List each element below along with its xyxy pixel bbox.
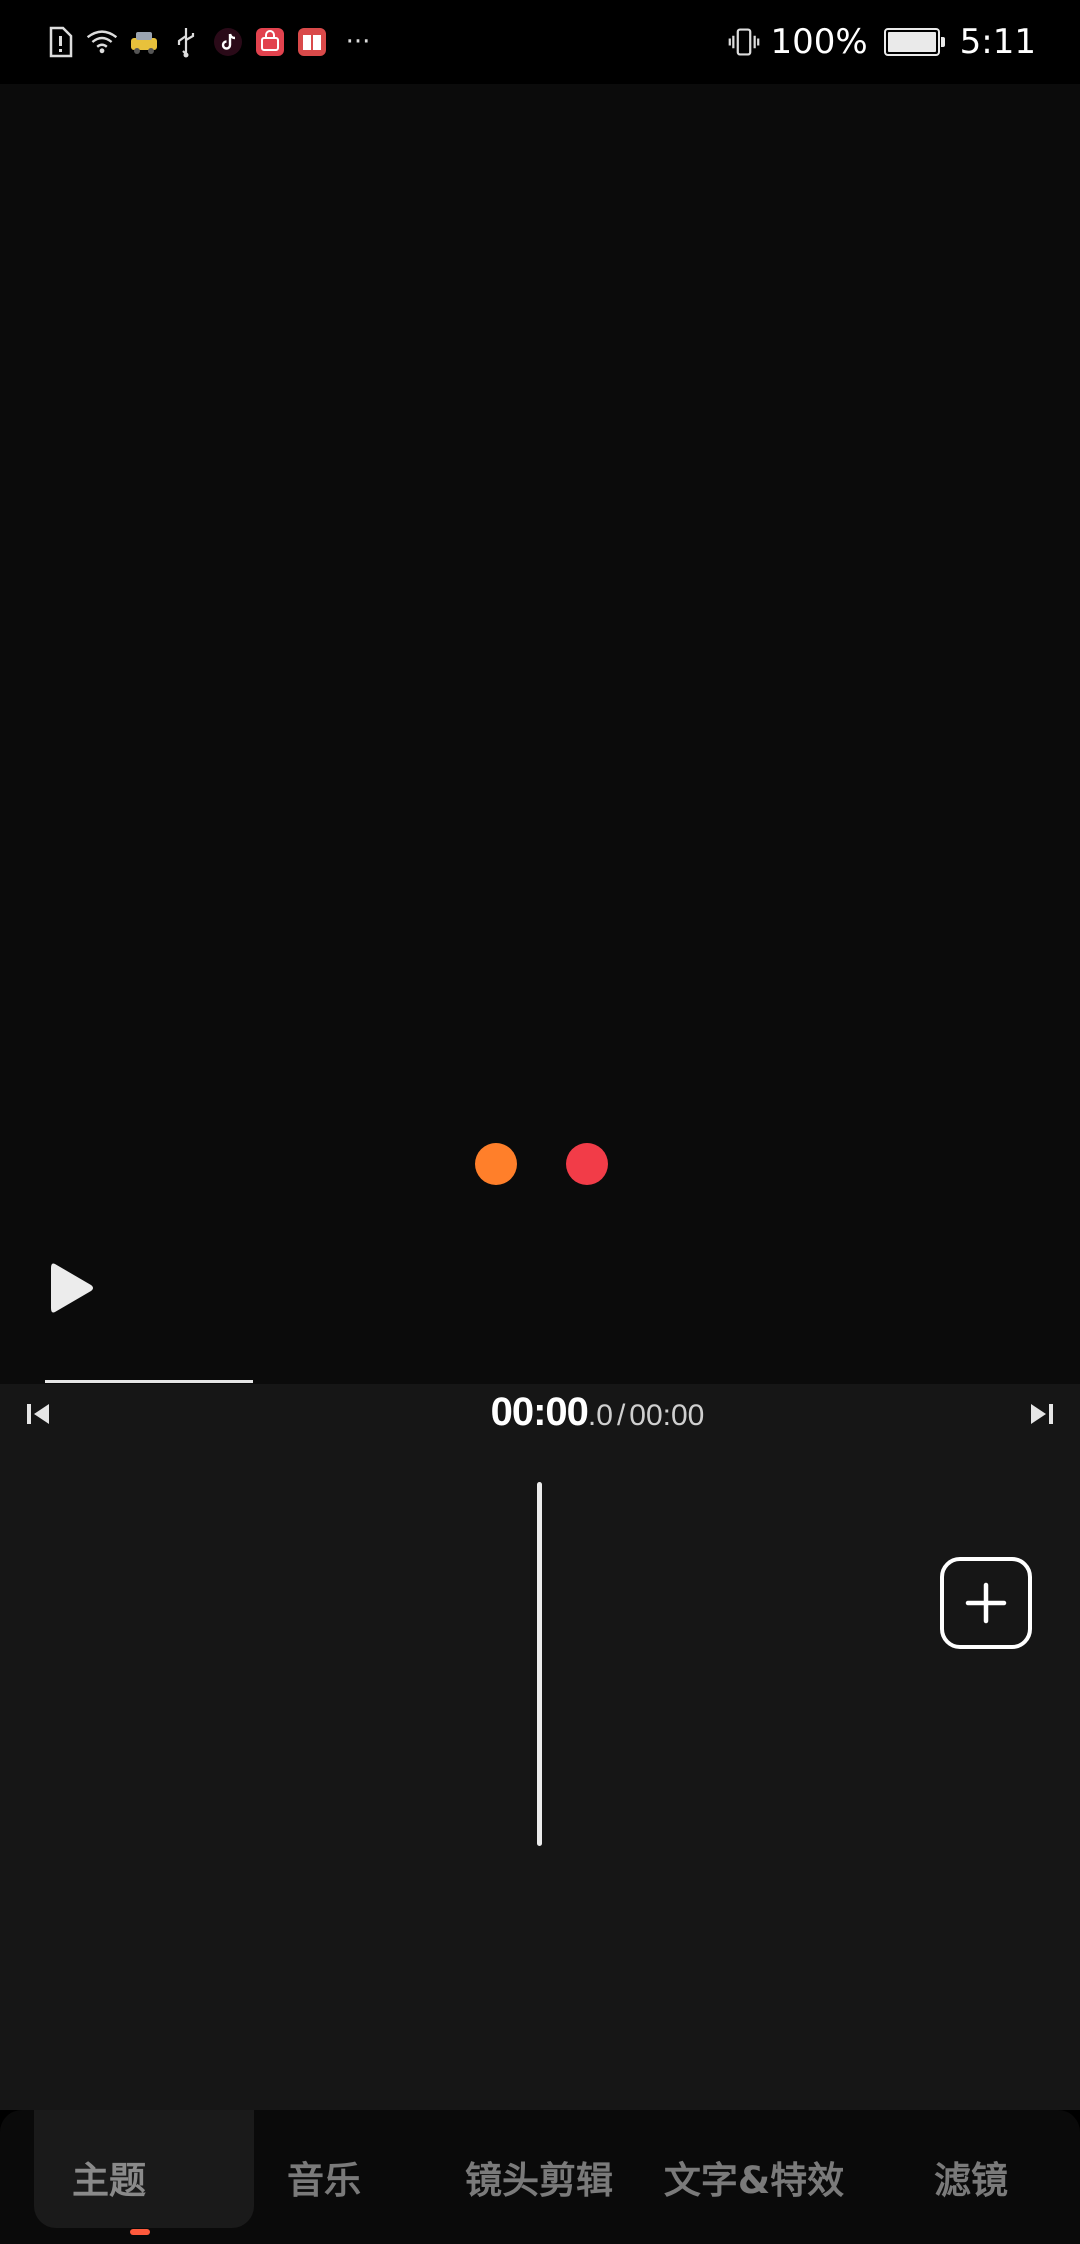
skip-to-end-button[interactable] [1024, 1396, 1060, 1432]
active-tab-indicator [130, 2229, 150, 2235]
status-bar: ··· 100% 5:11 [0, 0, 1080, 84]
tab-filters[interactable]: 滤镜 [906, 2110, 1036, 2244]
playback-progress-bar[interactable] [45, 1380, 1035, 1383]
tab-text-effects[interactable]: 文字&特效 [654, 2110, 854, 2244]
shopping-app-icon [254, 26, 286, 58]
play-icon [51, 1263, 93, 1313]
battery-percent: 100% [770, 22, 868, 62]
battery-level [887, 32, 936, 52]
tab-music[interactable]: 音乐 [254, 2110, 394, 2244]
video-preview[interactable] [0, 84, 1080, 1384]
tab-clip-edit[interactable]: 镜头剪辑 [444, 2110, 634, 2244]
current-time-fraction: .0 [587, 1399, 613, 1432]
plus-icon [965, 1582, 1007, 1624]
vibrate-icon [728, 26, 760, 58]
battery-icon [883, 28, 945, 56]
add-clip-button[interactable] [940, 1557, 1032, 1649]
system-indicators: 100% 5:11 [728, 18, 1036, 66]
timecode: 00:00.0/00:00 [0, 1388, 1080, 1445]
play-button[interactable] [44, 1258, 100, 1318]
notification-icons: ··· [44, 20, 378, 64]
usb-icon [170, 26, 202, 58]
sim-alert-icon [44, 26, 76, 58]
timeline-playhead[interactable] [537, 1482, 542, 1846]
tiktok-icon [212, 26, 244, 58]
time-separator: / [616, 1399, 626, 1432]
loading-dot-orange [475, 1143, 517, 1185]
taxi-app-icon [128, 26, 160, 58]
total-duration: 00:00 [629, 1399, 705, 1432]
skip-to-end-icon [1031, 1404, 1053, 1424]
wifi-icon [86, 26, 118, 58]
tab-theme[interactable]: 主题 [34, 2110, 184, 2244]
reader-app-icon [296, 26, 328, 58]
loading-dot-red [566, 1143, 608, 1185]
current-time: 00:00 [490, 1390, 589, 1434]
playback-progress-fill [45, 1380, 253, 1383]
more-notifications-icon: ··· [345, 27, 371, 57]
clock: 5:11 [959, 22, 1036, 62]
